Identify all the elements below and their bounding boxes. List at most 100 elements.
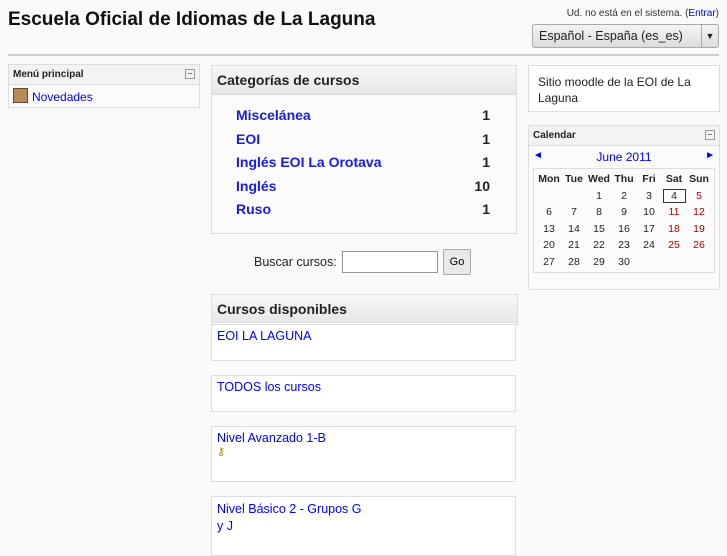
next-month-icon[interactable]: ► xyxy=(705,150,715,164)
calendar-day[interactable]: 14 xyxy=(562,221,587,238)
category-count: 1 xyxy=(482,107,490,123)
novedades-link[interactable]: Novedades xyxy=(32,90,93,104)
chevron-down-icon: ▼ xyxy=(701,25,718,47)
prev-month-icon[interactable]: ◄ xyxy=(533,150,543,164)
weekday-header: Thu xyxy=(614,173,634,186)
calendar-day xyxy=(687,254,712,271)
calendar-day xyxy=(537,188,562,205)
collapse-icon[interactable]: − xyxy=(705,130,715,140)
calendar-block: Calendar − ◄ June 2011 ► Mon Tue Wed Thu Fri S… xyxy=(528,125,720,290)
calendar-day[interactable]: 7 xyxy=(562,204,587,221)
category-count: 1 xyxy=(482,201,490,217)
calendar-day[interactable]: 25 xyxy=(662,237,687,254)
category-count: 1 xyxy=(482,154,490,170)
main-menu-block: Menú principal − Novedades xyxy=(8,64,200,108)
weekday-header: Sat xyxy=(665,173,683,186)
calendar-day[interactable]: 30 xyxy=(612,254,637,271)
site-description: Sitio moodle de la EOI de La Laguna xyxy=(538,75,691,105)
key-icon: ⚷ xyxy=(217,446,226,458)
categories-title: Categorías de cursos xyxy=(212,66,516,95)
calendar-day[interactable]: 10 xyxy=(637,204,662,221)
course-link[interactable]: Nivel Avanzado 1-B xyxy=(217,431,326,445)
categories-block: Categorías de cursos Miscelánea 1 EOI 1 Ingl… xyxy=(211,65,517,234)
category-link[interactable]: Miscelánea xyxy=(236,104,311,128)
search-input[interactable] xyxy=(341,251,438,273)
login-close: ) xyxy=(715,8,719,19)
category-count: 10 xyxy=(474,177,490,194)
weekday-header: Fri xyxy=(642,173,656,186)
calendar-day xyxy=(637,254,662,271)
header-divider xyxy=(8,54,719,56)
calendar-day[interactable]: 12 xyxy=(687,204,712,221)
calendar-day[interactable]: 3 xyxy=(637,188,662,205)
language-select[interactable]: Español - España (es_es) ▼ xyxy=(532,24,719,48)
calendar-grid: Mon Tue Wed Thu Fri Sat Sun 1 2 3 4 5 6 7 8 9 10 11 12 13 14… xyxy=(533,168,715,273)
calendar-day[interactable]: 15 xyxy=(587,221,612,238)
language-value: Español - España (es_es) xyxy=(539,29,683,43)
calendar-day[interactable]: 2 xyxy=(612,188,637,205)
course-link[interactable]: Nivel Básico 2 - Grupos G y J xyxy=(217,501,367,535)
courses-title: Cursos disponibles xyxy=(212,295,517,323)
calendar-day[interactable]: 17 xyxy=(637,221,662,238)
calendar-day[interactable]: 27 xyxy=(537,254,562,271)
category-link[interactable]: Inglés xyxy=(236,175,276,199)
courses-header: Cursos disponibles xyxy=(211,294,518,325)
calendar-day[interactable]: 6 xyxy=(537,204,562,221)
login-text: Ud. no está en el sistema. ( xyxy=(566,8,689,19)
calendar-day[interactable]: 28 xyxy=(562,254,587,271)
collapse-icon[interactable]: − xyxy=(185,69,195,79)
calendar-day[interactable]: 1 xyxy=(587,188,612,205)
main-menu-header: Menú principal − xyxy=(9,65,199,85)
course-item: EOI LA LAGUNA xyxy=(211,324,516,361)
calendar-title: Calendar xyxy=(533,130,576,141)
weekday-header: Wed xyxy=(588,173,610,186)
calendar-day[interactable]: 13 xyxy=(537,221,562,238)
calendar-day[interactable]: 9 xyxy=(612,204,637,221)
category-row: Ruso 1 xyxy=(212,198,516,222)
course-link[interactable]: TODOS los cursos xyxy=(217,380,321,394)
menu-item-novedades[interactable]: Novedades xyxy=(9,85,199,107)
calendar-day[interactable]: 18 xyxy=(662,221,687,238)
calendar-header: Calendar − xyxy=(529,126,719,146)
calendar-day[interactable]: 24 xyxy=(637,237,662,254)
category-link[interactable]: Ruso xyxy=(236,198,271,222)
calendar-day[interactable]: 16 xyxy=(612,221,637,238)
course-item: Nivel Avanzado 1-B ⚷ xyxy=(211,426,516,482)
category-row: Miscelánea 1 xyxy=(212,104,516,128)
course-search: Buscar cursos: Go xyxy=(254,249,472,275)
calendar-day[interactable]: 8 xyxy=(587,204,612,221)
calendar-day[interactable]: 20 xyxy=(537,237,562,254)
calendar-day[interactable]: 21 xyxy=(562,237,587,254)
course-item: TODOS los cursos xyxy=(211,375,516,412)
calendar-day xyxy=(662,254,687,271)
category-row: EOI 1 xyxy=(212,128,516,152)
calendar-day[interactable]: 26 xyxy=(687,237,712,254)
category-link[interactable]: Inglés EOI La Orotava xyxy=(236,151,382,175)
category-count: 1 xyxy=(482,130,490,147)
calendar-month-link[interactable]: June 2011 xyxy=(596,150,651,164)
calendar-day[interactable]: 22 xyxy=(587,237,612,254)
calendar-day[interactable]: 23 xyxy=(612,237,637,254)
calendar-day[interactable]: 5 xyxy=(687,188,712,205)
search-go-button[interactable]: Go xyxy=(442,249,472,275)
forum-icon xyxy=(13,88,28,103)
category-link[interactable]: EOI xyxy=(236,128,260,152)
category-row: Inglés 10 xyxy=(212,175,516,199)
site-title: Escuela Oficial de Idiomas de La Laguna xyxy=(8,9,376,30)
login-link[interactable]: Entrar xyxy=(688,8,715,19)
weekday-header: Tue xyxy=(565,173,583,186)
weekday-header: Sun xyxy=(689,173,709,186)
calendar-day xyxy=(562,188,587,205)
weekday-header: Mon xyxy=(538,173,560,186)
site-description-block: Sitio moodle de la EOI de La Laguna xyxy=(528,65,720,112)
calendar-day[interactable]: 4 xyxy=(662,188,687,205)
category-row: Inglés EOI La Orotava 1 xyxy=(212,151,516,175)
course-link[interactable]: EOI LA LAGUNA xyxy=(217,329,311,343)
search-label: Buscar cursos: xyxy=(254,255,337,269)
calendar-day[interactable]: 11 xyxy=(662,204,687,221)
calendar-day[interactable]: 29 xyxy=(587,254,612,271)
login-status: Ud. no está en el sistema. (Entrar) xyxy=(567,8,719,19)
calendar-day[interactable]: 19 xyxy=(687,221,712,238)
main-menu-title: Menú principal xyxy=(13,69,84,80)
course-item: Nivel Básico 2 - Grupos G y J xyxy=(211,496,516,556)
